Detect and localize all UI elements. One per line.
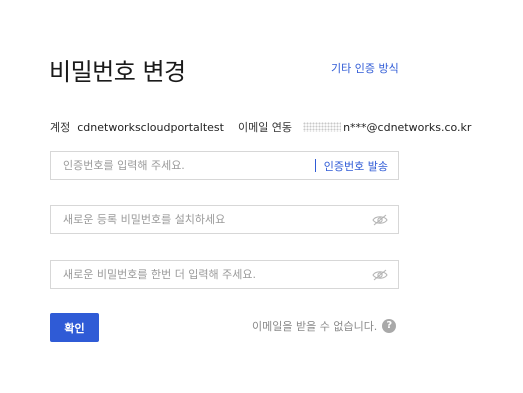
email-redaction [303, 122, 342, 132]
account-value: cdnetworkscloudportaltest [77, 120, 224, 134]
confirm-button[interactable]: 확인 [50, 313, 99, 342]
confirm-password-input[interactable] [51, 261, 372, 288]
account-label: 계정 [50, 121, 71, 134]
cannot-receive-email-text: 이메일을 받을 수 없습니다. [252, 320, 378, 333]
email-masked-value: n***@cdnetworks.co.kr [343, 120, 472, 134]
verification-code-input[interactable] [51, 152, 315, 179]
email-label: 이메일 연동 [237, 121, 293, 134]
change-password-page: 비밀번호 변경 기타 인증 방식 계정 cdnetworkscloudporta… [0, 0, 523, 393]
other-auth-method-link[interactable]: 기타 인증 방식 [331, 60, 399, 76]
eye-icon[interactable] [372, 269, 388, 281]
page-title: 비밀번호 변경 [49, 58, 186, 86]
new-password-input[interactable] [51, 206, 372, 233]
confirm-password-field [50, 260, 399, 289]
eye-icon[interactable] [372, 214, 388, 226]
cannot-receive-email-link[interactable]: 이메일을 받을 수 없습니다. ? [252, 318, 397, 334]
help-icon[interactable]: ? [382, 319, 397, 333]
account-info: 계정 cdnetworkscloudportaltest 이메일 연동 n***… [50, 119, 471, 135]
send-code-divider [314, 159, 316, 172]
send-code-button[interactable]: 인증번호 발송 [314, 158, 398, 174]
verification-code-field: 인증번호 발송 [50, 151, 399, 180]
new-password-field [50, 205, 399, 234]
send-code-label: 인증번호 발송 [323, 159, 388, 173]
